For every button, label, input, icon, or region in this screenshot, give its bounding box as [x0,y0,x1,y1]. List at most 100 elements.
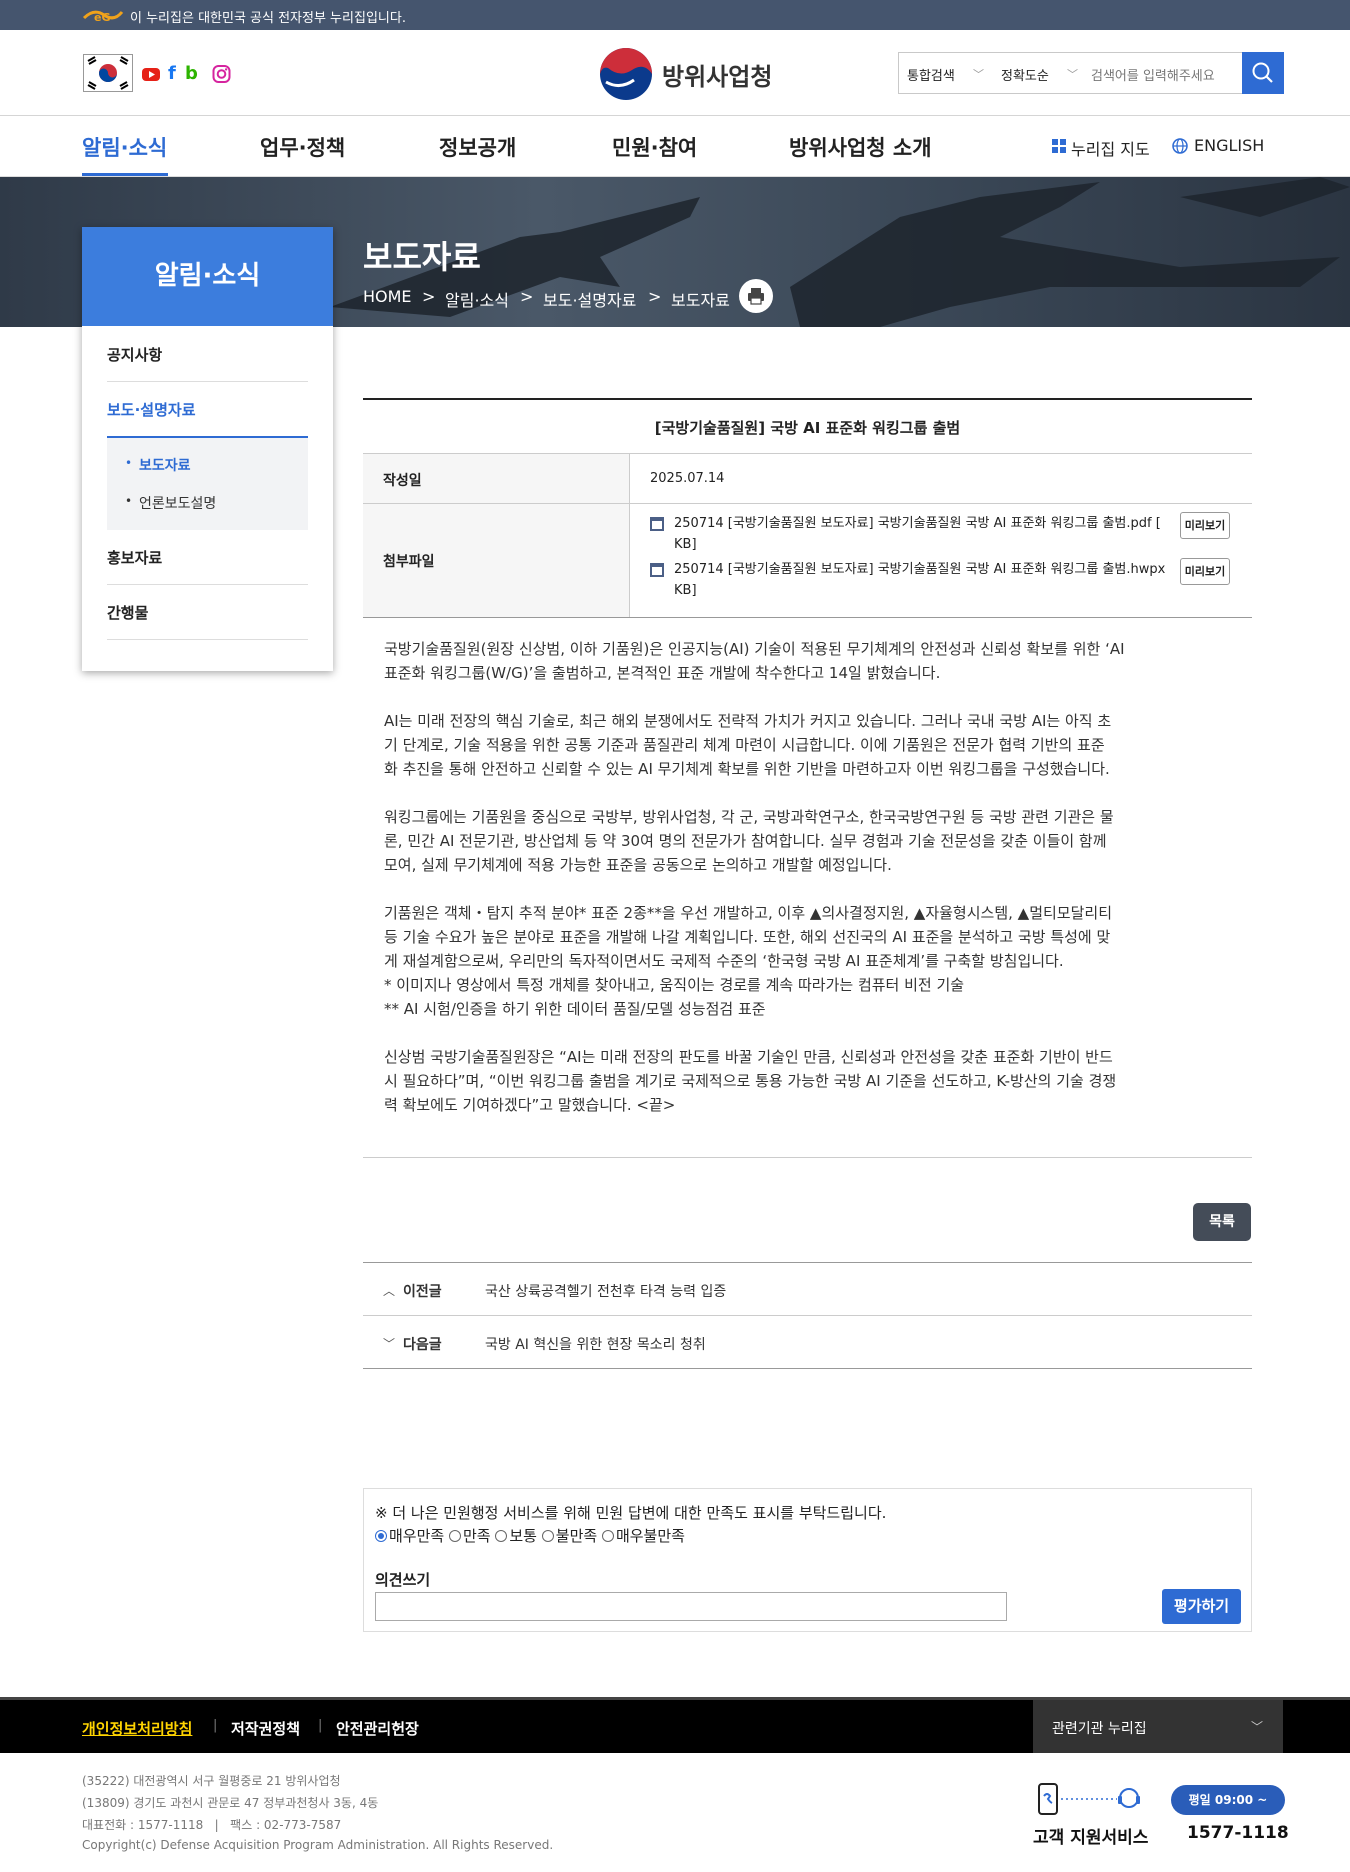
side-nav-sub-media-explanation[interactable]: 언론보도설명 [139,493,216,513]
breadcrumb-home[interactable]: HOME [363,287,412,306]
chevron-down-icon: ﹀ [383,1337,396,1351]
footer-links-bar: 개인정보처리방침 | 저작권정책 | 안전관리헌장 관련기관 누리집 ﹀ [0,1697,1350,1753]
breadcrumb-separator: > [648,287,662,306]
chevron-down-icon: ﹀ [973,68,984,81]
divider [107,381,308,382]
nav-info-disclosure[interactable]: 정보공개 [439,132,516,162]
blog-icon[interactable]: b [185,64,198,84]
support-label: 고객 지원서비스 [1033,1828,1149,1848]
search-sort-select[interactable]: 정확도순 [1001,65,1049,84]
article-body: 국방기술품질원(원장 신상범, 이하 기품원)은 인공지능(AI) 기술이 적용… [384,640,1125,1114]
search-scope-select[interactable]: 통합검색 [907,65,955,84]
attachment-file-2[interactable]: 250714 [국방기술품질원 보도자료] 국방기술품질원 국방 AI 표준화 … [674,559,1178,601]
survey-options: 매우만족 만족 보통 불만족 매우불만족 [375,1525,685,1546]
nav-active-indicator [82,173,168,176]
chevron-down-icon: ﹀ [1251,1720,1264,1734]
svg-text:eG: eG [94,11,111,24]
side-nav-publications[interactable]: 간행물 [107,602,148,623]
divider [363,1368,1252,1369]
divider [107,584,308,585]
search-input[interactable]: 검색어를 입력해주세요 [1091,65,1215,84]
survey-question: ※ 더 나은 민원행정 서비스를 위해 민원 답변에 대한 만족도 표시를 부탁… [375,1504,887,1522]
related-sites-select[interactable]: 관련기관 누리집 ﹀ [1033,1700,1283,1753]
preview-button[interactable]: 미리보기 [1180,558,1230,585]
radio-dissatisfied[interactable]: 불만족 [541,1527,597,1545]
chevron-up-icon: ︿ [383,1284,396,1298]
bullet-icon: • [125,456,133,470]
print-button[interactable] [739,279,773,313]
nav-civil-participation[interactable]: 민원·참여 [612,132,697,162]
date-header: 작성일 [363,454,629,503]
nav-news[interactable]: 알림·소식 [82,132,167,162]
radio-very-satisfied[interactable]: 매우만족 [375,1527,444,1545]
privacy-policy-link[interactable]: 개인정보처리방침 [82,1718,192,1739]
search-button[interactable] [1242,52,1284,94]
breadcrumb-press[interactable]: 보도·설명자료 [543,287,636,311]
next-label: 다음글 [403,1337,442,1353]
side-nav-title: 알림·소식 [82,227,333,326]
search-bar: 통합검색 ﹀ 정확도순 ﹀ 검색어를 입력해주세요 [898,52,1284,94]
chevron-down-icon: ﹀ [1067,68,1078,81]
side-nav-submenu [107,438,308,530]
contact-info: 대표전화 : 1577-1118 | 팩스 : 02-773-7587 [82,1818,342,1832]
divider [107,639,308,640]
breadcrumb-separator: > [422,287,436,306]
attachment-header: 첨부파일 [363,504,629,617]
page-title: 보도자료 [363,238,481,276]
side-nav-sub-press-release[interactable]: 보도자료 [139,455,191,475]
instagram-icon[interactable] [211,64,232,84]
gov-banner: eG 이 누리집은 대한민국 공식 전자정부 누리집입니다. [0,0,1350,30]
board-top-line [363,398,1252,400]
youtube-icon[interactable] [141,64,161,84]
side-nav-promotion[interactable]: 홍보자료 [107,547,162,568]
side-nav-notice[interactable]: 공지사항 [107,344,162,365]
taegukgi-icon[interactable] [83,54,133,92]
header: f b 방위사업청 통합검색 ﹀ 정확도순 ﹀ 검색어를 입력해주세요 [0,30,1350,116]
radio-neutral[interactable]: 보통 [495,1527,537,1545]
preview-button[interactable]: 미리보기 [1180,512,1230,539]
opinion-label: 의견쓰기 [375,1571,431,1589]
safety-charter-link[interactable]: 안전관리헌장 [336,1718,419,1739]
dapa-emblem-icon[interactable] [598,46,654,102]
address-1: (35222) 대전광역시 서구 월평중로 21 방위사업청 [82,1774,341,1788]
address-2: (13809) 경기도 과천시 관문로 47 정부과천청사 3동, 4동 [82,1796,379,1810]
file-icon [650,517,664,531]
phone-support-icon [1038,1783,1140,1815]
print-icon [748,288,764,305]
file-icon [650,563,664,577]
divider [363,1315,1252,1316]
side-nav-press[interactable]: 보도·설명자료 [107,399,196,420]
gov-banner-text: 이 누리집은 대한민국 공식 전자정부 누리집입니다. [130,11,406,26]
radio-satisfied[interactable]: 만족 [448,1527,491,1545]
egov-logo-icon: eG [82,10,124,24]
english-link[interactable]: ENGLISH [1194,136,1264,155]
radio-very-dissatisfied[interactable]: 매우불만족 [601,1527,685,1545]
main-nav: 알림·소식 업무·정책 정보공개 민원·참여 방위사업청 소개 누리집 지도 E… [0,116,1350,177]
prev-article-link[interactable]: 국산 상륙공격헬기 전천후 타격 능력 입증 [485,1281,726,1301]
sitemap-icon [1052,139,1066,153]
next-article-link[interactable]: 국방 AI 혁신을 위한 현장 목소리 청취 [485,1334,706,1354]
separator: | [318,1718,323,1733]
breadcrumb-news[interactable]: 알림·소식 [445,287,509,311]
nav-business-policy[interactable]: 업무·정책 [260,132,345,162]
breadcrumb-current: 보도자료 [671,291,730,310]
article-title: [국방기술품질원] 국방 AI 표준화 워킹그룹 출범 [654,419,961,437]
separator: | [213,1718,218,1733]
support-number[interactable]: 1577-1118 [1187,1823,1289,1843]
bullet-icon: • [125,494,133,508]
divider [363,1262,1252,1263]
breadcrumb-separator: > [520,287,534,306]
copyright-policy-link[interactable]: 저작권정책 [231,1718,300,1739]
sitemap-link[interactable]: 누리집 지도 [1071,136,1150,160]
opinion-input[interactable] [375,1592,1007,1621]
divider [629,454,630,617]
nav-about[interactable]: 방위사업청 소개 [789,132,932,162]
globe-icon [1172,138,1188,154]
facebook-icon[interactable]: f [168,64,176,84]
list-button[interactable]: 목록 [1193,1203,1251,1241]
brand-name[interactable]: 방위사업청 [662,57,772,92]
attachment-file-1[interactable]: 250714 [국방기술품질원 보도자료] 국방기술품질원 국방 AI 표준화 … [674,513,1178,555]
side-nav: 알림·소식 공지사항 보도·설명자료 • 보도자료 • 언론보도설명 홍보자료 … [82,227,333,671]
search-icon [1252,62,1273,83]
submit-evaluation-button[interactable]: 평가하기 [1162,1589,1241,1624]
